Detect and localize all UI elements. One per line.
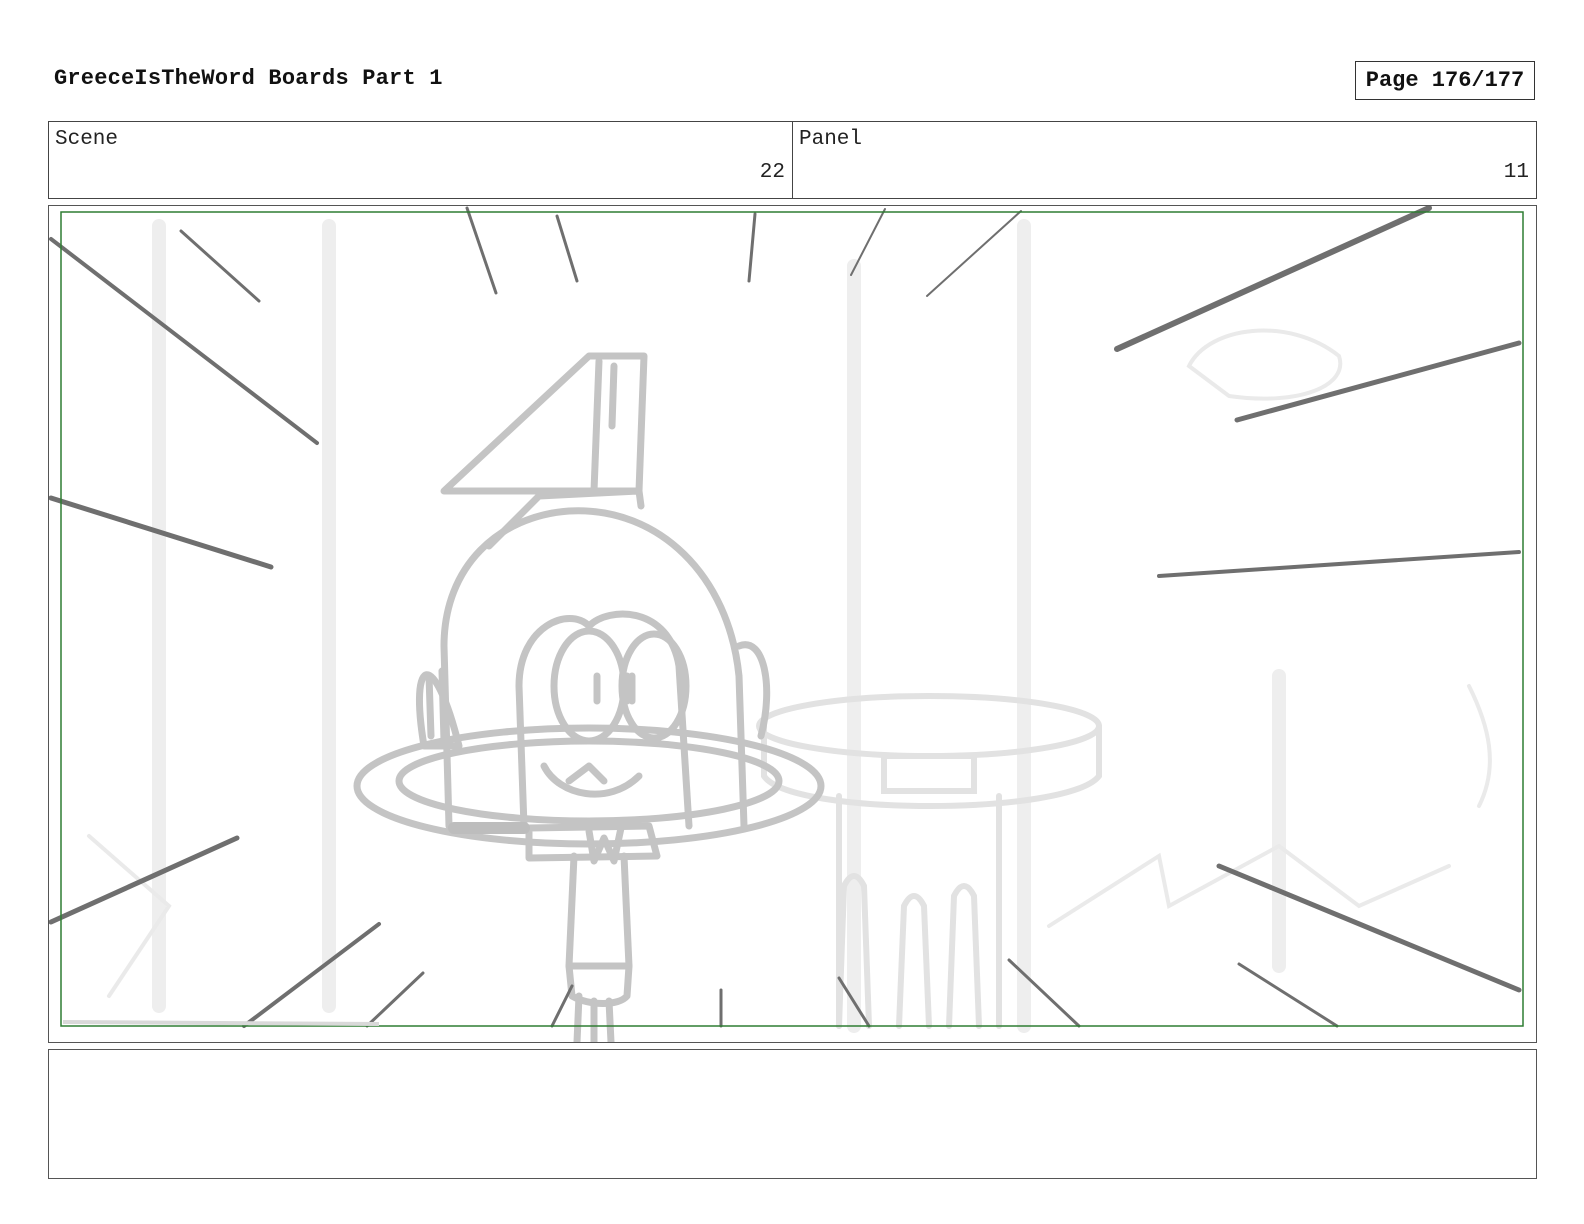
- document-title: GreeceIsTheWord Boards Part 1: [54, 66, 443, 91]
- speed-lines: [49, 206, 1522, 1028]
- scene-number: 22: [759, 161, 785, 184]
- character-sketch: [353, 352, 825, 1042]
- ground-smudge: [62, 1020, 380, 1026]
- safe-area-frame: [60, 211, 1524, 1027]
- storyboard-drawing: [49, 206, 1524, 1042]
- pedestal-table-sketch: [756, 693, 1102, 1029]
- storyboard-frame: [48, 205, 1537, 1043]
- scene-cell: Scene 22: [49, 122, 792, 198]
- panel-label: Panel: [799, 128, 863, 151]
- page-indicator: Page 176/177: [1355, 61, 1535, 100]
- scene-label: Scene: [55, 128, 119, 151]
- notes-area[interactable]: [48, 1049, 1537, 1179]
- scene-panel-row: Scene 22 Panel 11: [48, 121, 1537, 199]
- panel-number: 11: [1503, 161, 1529, 184]
- panel-cell: Panel 11: [792, 122, 1536, 198]
- background-sketch: [152, 219, 1286, 1033]
